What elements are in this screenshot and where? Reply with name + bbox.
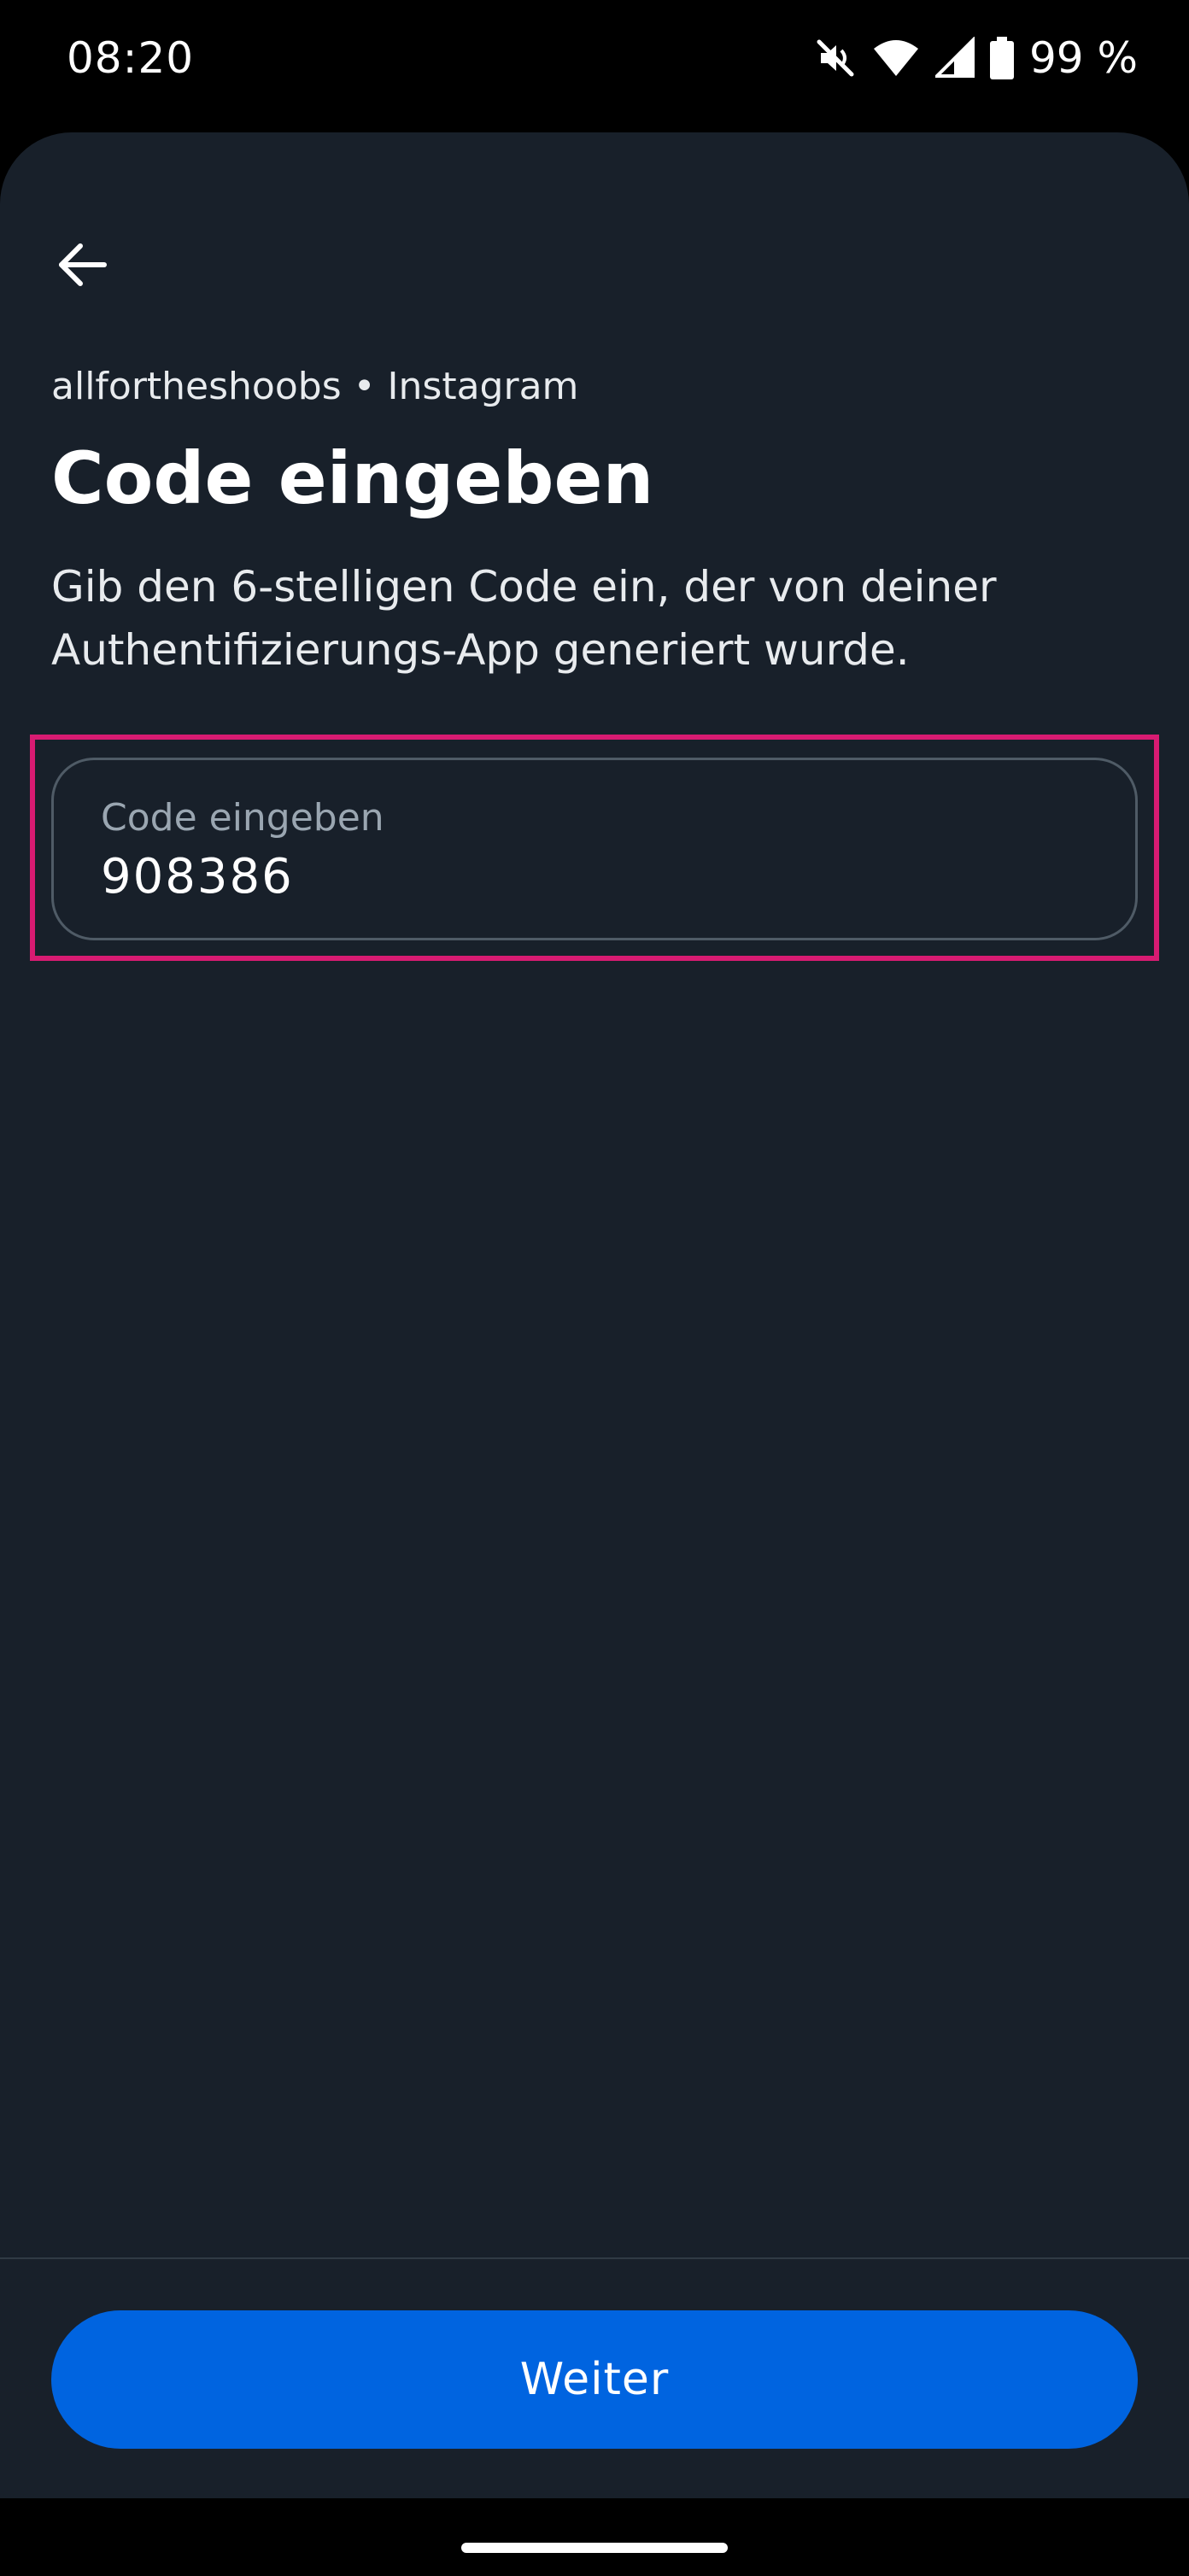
wifi-icon — [872, 37, 920, 79]
arrow-left-icon — [55, 237, 109, 296]
status-icons: 99 % — [814, 31, 1138, 85]
page-title: Code eingeben — [51, 436, 654, 520]
signal-icon — [934, 37, 975, 79]
navigation-bar — [0, 2498, 1189, 2576]
continue-button[interactable]: Weiter — [51, 2310, 1138, 2449]
status-time: 08:20 — [67, 33, 195, 83]
battery-icon — [989, 37, 1014, 79]
battery-percentage: 99 % — [1028, 33, 1138, 83]
account-identifier: allfortheshoobs • Instagram — [51, 365, 579, 408]
code-input-label: Code eingeben — [101, 796, 384, 840]
status-bar: 08:20 99 % — [0, 0, 1189, 120]
page-description: Gib den 6-stelligen Code ein, der von de… — [51, 562, 997, 675]
mute-icon — [814, 37, 857, 79]
two-factor-sheet: allfortheshoobs • Instagram Code eingebe… — [0, 132, 1189, 2498]
home-indicator[interactable] — [461, 2543, 728, 2553]
footer-divider — [0, 2257, 1189, 2259]
code-input[interactable]: Code eingeben 908386 — [51, 758, 1138, 940]
code-input-value[interactable]: 908386 — [101, 847, 294, 907]
back-button[interactable] — [46, 231, 118, 302]
